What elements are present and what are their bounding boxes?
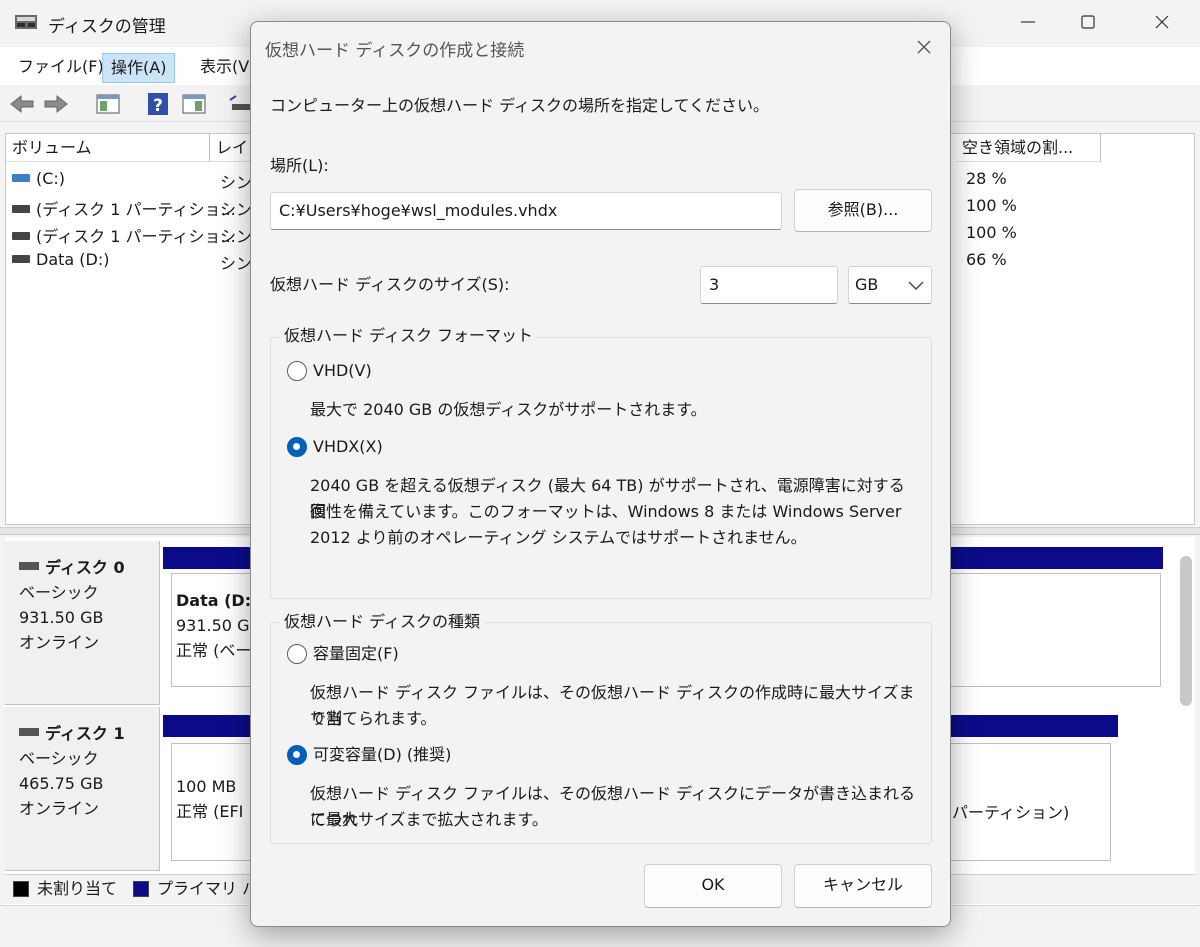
dialog-body: コンピューター上の仮想ハード ディスクの場所を指定してください。 場所(L): … [251,80,950,926]
size-unit-select[interactable]: GB [848,266,932,304]
menu-file[interactable]: ファイル(F) [10,53,112,83]
disk-0-label[interactable]: ディスク 0 ベーシック 931.50 GB オンライン [5,541,160,705]
dialog-close-icon[interactable] [911,34,937,60]
menu-action[interactable]: 操作(A) [102,53,176,83]
fixed-size-label[interactable]: 容量固定(F) [313,641,399,667]
disk-1-label[interactable]: ディスク 1 ベーシック 465.75 GB オンライン [5,707,160,871]
location-input[interactable]: C:¥Users¥hoge¥wsl_modules.vhdx [270,192,782,230]
disk-management-app-icon [15,15,37,29]
system-volume-icon [12,173,30,182]
vhdx-radio[interactable] [287,437,307,457]
dynamic-description-line-2: て最大サイズまで拡大されます。 [310,810,548,829]
volume-icon [12,254,30,263]
column-header-volume[interactable]: ボリューム [6,134,210,162]
instruction-text: コンピューター上の仮想ハード ディスクの場所を指定してください。 [270,96,770,115]
forward-arrow-icon[interactable] [42,90,70,118]
vhd-label[interactable]: VHD(V) [313,358,372,384]
size-label: 仮想ハード ディスクのサイズ(S): [270,275,510,294]
browse-button[interactable]: 参照(B)... [794,189,932,232]
type-group-title: 仮想ハード ディスクの種類 [280,610,484,634]
vhd-radio[interactable] [287,361,307,381]
vhdx-description-line-3: 2012 より前のオペレーティング システムではサポートされません。 [310,528,807,547]
help-icon[interactable]: ? [144,90,172,118]
format-group-title: 仮想ハード ディスク フォーマット [280,324,538,348]
chevron-down-icon [908,281,924,290]
cancel-button[interactable]: キャンセル [794,864,932,908]
fixed-size-description-line-2: り当てられます。 [310,709,437,728]
show-hide-pane-icon[interactable] [94,90,122,118]
svg-text:?: ? [153,96,163,116]
close-icon[interactable] [1150,10,1174,34]
ok-button[interactable]: OK [644,864,782,908]
fixed-size-radio[interactable] [287,644,307,664]
unallocated-swatch [13,881,29,897]
window-title: ディスクの管理 [48,17,166,37]
column-header-free-percent[interactable]: 空き領域の割... [956,134,1101,162]
size-input[interactable]: 3 [700,266,838,304]
menu-view[interactable]: 表示(V [192,53,257,83]
volume-icon [12,231,30,240]
dialog-title: 仮想ハード ディスクの作成と接続 [265,41,525,61]
maximize-icon[interactable] [1076,10,1100,34]
primary-partition-swatch [133,881,149,897]
dynamic-expanding-radio[interactable] [287,745,307,765]
back-arrow-icon[interactable] [8,90,36,118]
properties-pane-icon[interactable] [180,90,208,118]
create-vhd-dialog: 仮想ハード ディスクの作成と接続 コンピューター上の仮想ハード ディスクの場所を… [250,21,951,927]
vhd-description: 最大で 2040 GB の仮想ディスクがサポートされます。 [310,400,707,419]
dynamic-expanding-label[interactable]: 可変容量(D) (推奨) [313,742,451,768]
location-label: 場所(L): [270,156,329,175]
vhdx-description-line-2: 復性を備えています。このフォーマットは、Windows 8 または Window… [310,502,902,521]
minimize-icon[interactable] [1016,10,1040,34]
vhdx-label[interactable]: VHDX(X) [313,434,383,460]
vertical-scrollbar[interactable] [1180,556,1192,706]
volume-icon [12,204,30,213]
